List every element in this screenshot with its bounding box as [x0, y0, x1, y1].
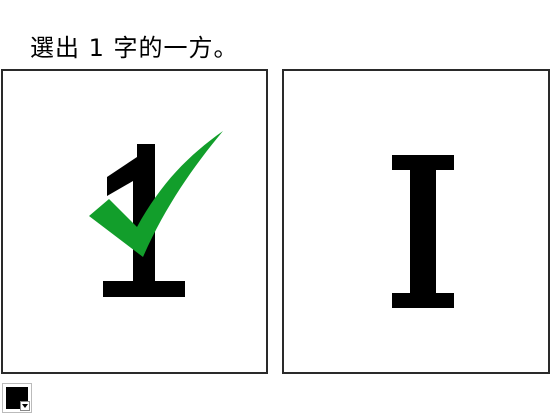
choice-card-one[interactable] — [1, 69, 268, 374]
capital-i-glyph — [392, 155, 454, 308]
digit-one-glyph — [89, 131, 223, 297]
dropdown-arrow-icon — [20, 401, 30, 411]
color-picker-button[interactable] — [2, 383, 32, 413]
question-prompt: 選出 1 字的一方。 — [30, 34, 239, 62]
choice-card-i[interactable] — [282, 69, 550, 374]
